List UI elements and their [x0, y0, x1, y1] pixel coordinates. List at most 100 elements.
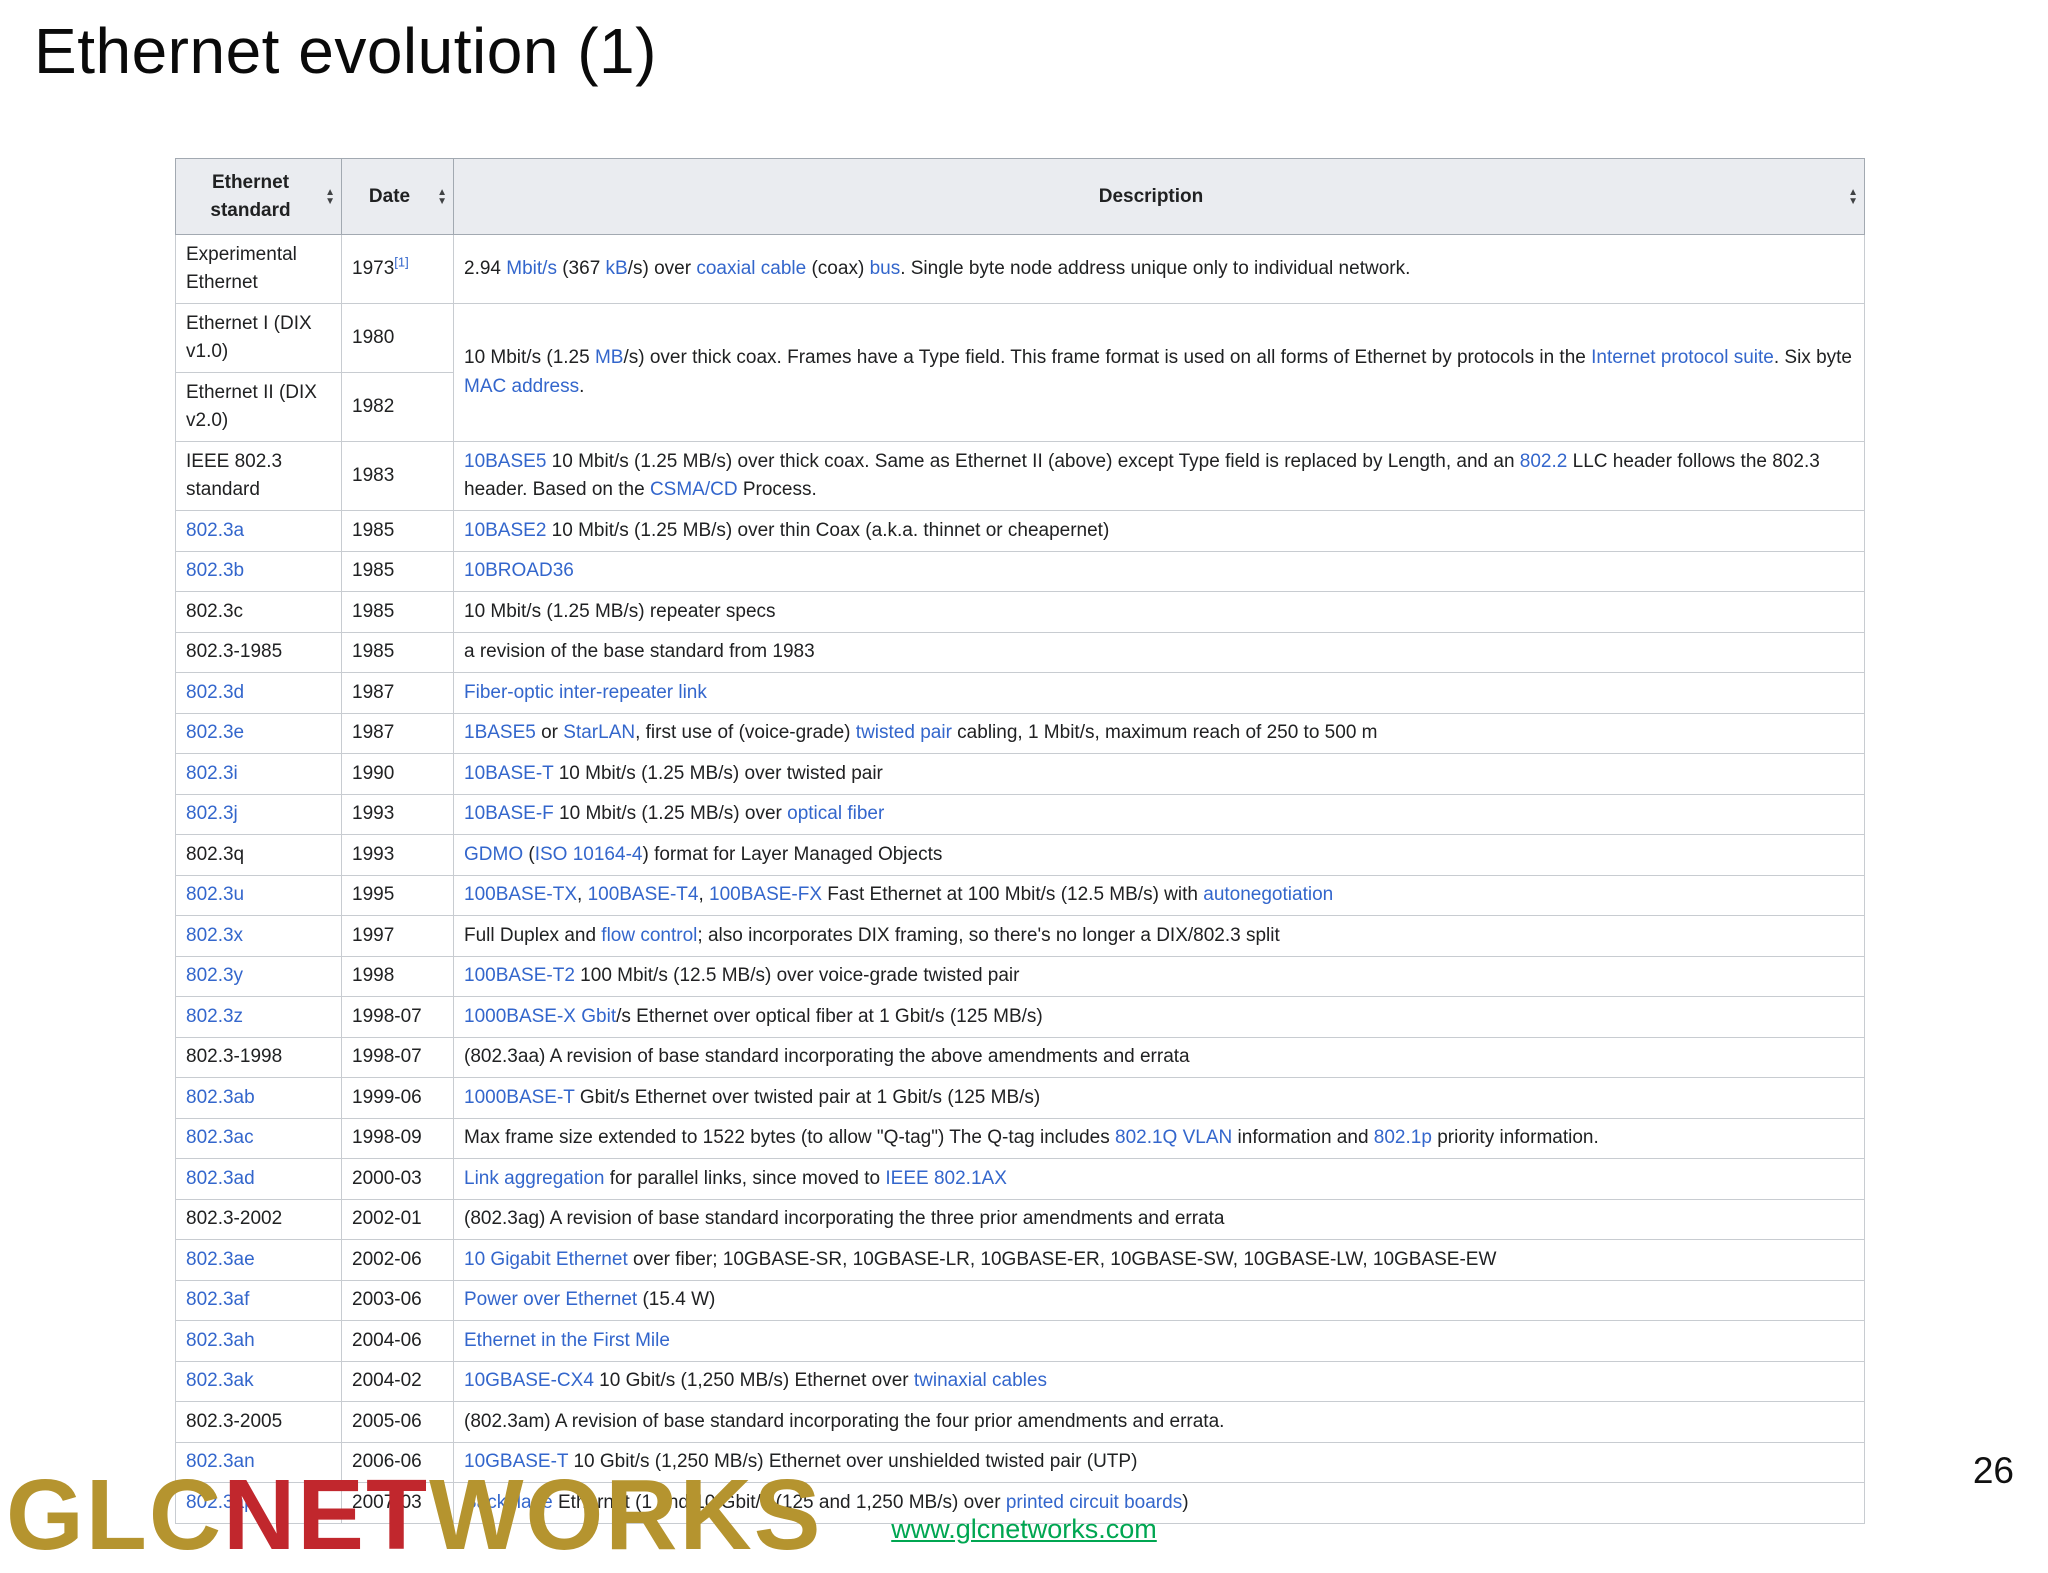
wiki-link[interactable]: 802.3ae [186, 1249, 255, 1270]
page-number: 26 [1972, 1450, 2014, 1491]
cell-ethernet-standard: Ethernet I (DIX v1.0) [175, 303, 342, 374]
wiki-link[interactable]: 802.3j [186, 803, 238, 824]
table-row: 802.3-2002 2002-01 (802.3ag) A revision of… [175, 1198, 1865, 1241]
wiki-link[interactable]: 802.3a [186, 520, 244, 541]
cell-description: 100BASE-T2 100 Mbit/s (12.5 MB/s) over v… [453, 955, 1865, 998]
wiki-link[interactable]: 802.1Q VLAN [1115, 1127, 1232, 1148]
table-row: 802.3i 1990 10BASE-T 10 Mbit/s (1.25 MB/s)… [175, 753, 1865, 795]
footer-website-link[interactable]: www.glcnetworks.com [891, 1514, 1157, 1545]
cell-description: 10BROAD36 [453, 550, 1865, 593]
wiki-link[interactable]: 802.3ac [186, 1127, 254, 1148]
cell-date: 2003-06 [341, 1279, 454, 1322]
wiki-link[interactable]: 802.3u [186, 884, 244, 905]
wiki-link[interactable]: 10BASE5 [464, 451, 546, 472]
wiki-link[interactable]: Fiber-optic inter-repeater link [464, 682, 707, 703]
wiki-link[interactable]: 1000BASE-X [464, 1006, 576, 1027]
wiki-link[interactable]: 802.3y [186, 965, 243, 986]
wiki-link[interactable]: printed circuit boards [1006, 1492, 1182, 1513]
wiki-link[interactable]: 10BROAD36 [464, 560, 574, 581]
wiki-link[interactable]: 802.3e [186, 722, 244, 743]
wiki-link[interactable]: 802.2 [1520, 451, 1568, 472]
wiki-link[interactable]: IEEE 802.1AX [885, 1168, 1006, 1189]
wiki-link[interactable]: 10BASE-T [464, 763, 553, 784]
wiki-link[interactable]: 802.3ab [186, 1087, 255, 1108]
wiki-link[interactable]: MB [595, 347, 624, 368]
wiki-link[interactable]: 802.3ad [186, 1168, 255, 1189]
wiki-link[interactable]: coaxial cable [696, 258, 806, 279]
wiki-link[interactable]: 10BASE-F [464, 803, 554, 824]
cell-ethernet-standard: 802.3ad [175, 1158, 342, 1200]
wiki-link[interactable]: optical fiber [787, 803, 884, 824]
wiki-link[interactable]: flow control [601, 925, 697, 946]
wiki-link[interactable]: 1BASE5 [464, 722, 536, 743]
glcnetworks-logo: GLCNETWORKS [6, 1458, 822, 1573]
wiki-link[interactable]: 100BASE-TX [464, 884, 577, 905]
wiki-link[interactable]: Power over Ethernet [464, 1289, 637, 1310]
wiki-link[interactable]: Link aggregation [464, 1168, 605, 1189]
wiki-link[interactable]: twisted pair [856, 722, 952, 743]
table-row: 802.3ab 1999-06 1000BASE-T Gbit/s Ethernet… [175, 1077, 1865, 1119]
cell-ethernet-standard: 802.3c [175, 591, 342, 633]
wiki-link[interactable]: twinaxial cables [914, 1370, 1047, 1391]
wiki-link[interactable]: 100BASE-FX [709, 884, 822, 905]
wiki-link[interactable]: autonegotiation [1203, 884, 1333, 905]
cell-description: (802.3ag) A revision of base standard in… [453, 1198, 1865, 1241]
logo-text: WORKS [429, 1459, 823, 1571]
wiki-link[interactable]: 802.3x [186, 925, 243, 946]
cell-date: 1995 [341, 874, 454, 917]
cell-date: 1998-09 [341, 1117, 454, 1160]
wiki-link[interactable]: 802.3z [186, 1006, 243, 1027]
wiki-link[interactable]: GDMO [464, 844, 523, 865]
cell-ethernet-standard: 802.3ab [175, 1077, 342, 1119]
cell-description: 100BASE-TX, 100BASE-T4, 100BASE-FX Fast … [453, 874, 1865, 917]
wiki-link[interactable]: 802.3af [186, 1289, 249, 1310]
cell-date: 1980 [341, 303, 454, 374]
cell-date: 1985 [341, 591, 454, 633]
cell-ethernet-standard: 802.3af [175, 1279, 342, 1322]
logo-text: GLC [6, 1459, 224, 1571]
wiki-link[interactable]: Ethernet in the First Mile [464, 1330, 670, 1351]
wiki-link[interactable]: 10BASE2 [464, 520, 546, 541]
wiki-link[interactable]: Mbit/s [506, 258, 557, 279]
wiki-link[interactable]: Gbit [581, 1006, 616, 1027]
sort-icon: ▲ ▼ [437, 186, 447, 207]
cell-date: 2005-06 [341, 1401, 454, 1443]
cell-ethernet-standard: 802.3e [175, 712, 342, 755]
sort-icon: ▲ ▼ [1848, 186, 1858, 207]
cell-date: 1998-07 [341, 1036, 454, 1079]
reference-marker: [1] [394, 255, 408, 270]
wiki-link[interactable]: 10GBASE-CX4 [464, 1370, 594, 1391]
cell-description: 10BASE2 10 Mbit/s (1.25 MB/s) over thin … [453, 510, 1865, 552]
wiki-link[interactable]: 802.3ah [186, 1330, 255, 1351]
wiki-link[interactable]: 100BASE-T4 [588, 884, 699, 905]
wiki-link[interactable]: MAC address [464, 376, 579, 397]
wiki-link[interactable]: bus [870, 258, 901, 279]
cell-ethernet-standard: IEEE 802.3 standard [175, 441, 342, 512]
wiki-link[interactable]: 1000BASE-T [464, 1087, 575, 1108]
wiki-link[interactable]: 802.3d [186, 682, 244, 703]
wiki-link[interactable]: CSMA/CD [650, 479, 738, 500]
cell-date: 2002-01 [341, 1198, 454, 1241]
header-ethernet-standard[interactable]: Ethernet standard ▲ ▼ [175, 157, 342, 236]
wiki-link[interactable]: 802.3b [186, 560, 244, 581]
cell-description: GDMO (ISO 10164-4) format for Layer Mana… [453, 834, 1865, 876]
wiki-link[interactable]: StarLAN [563, 722, 635, 743]
wiki-link[interactable]: [1] [394, 255, 408, 270]
header-date[interactable]: Date ▲ ▼ [341, 157, 454, 236]
wiki-link[interactable]: 802.3ak [186, 1370, 254, 1391]
wiki-link[interactable]: kB [606, 258, 628, 279]
cell-date: 1997 [341, 915, 454, 957]
header-description[interactable]: Description ▲ ▼ [453, 157, 1865, 236]
wiki-link[interactable]: ISO 10164-4 [535, 844, 643, 865]
wiki-link[interactable]: 100BASE-T2 [464, 965, 575, 986]
cell-date: 2004-06 [341, 1320, 454, 1362]
wiki-link[interactable]: 10 Gigabit Ethernet [464, 1249, 628, 1270]
wiki-link[interactable]: 802.1p [1374, 1127, 1432, 1148]
table-row: 802.3ae 2002-06 10 Gigabit Ethernet over f… [175, 1239, 1865, 1281]
cell-date: 1973[1] [341, 234, 454, 305]
cell-date: 1990 [341, 753, 454, 795]
wiki-link[interactable]: Internet protocol suite [1591, 347, 1774, 368]
wiki-link[interactable]: 802.3i [186, 763, 238, 784]
cell-date: 1999-06 [341, 1077, 454, 1119]
cell-date: 1985 [341, 631, 454, 674]
